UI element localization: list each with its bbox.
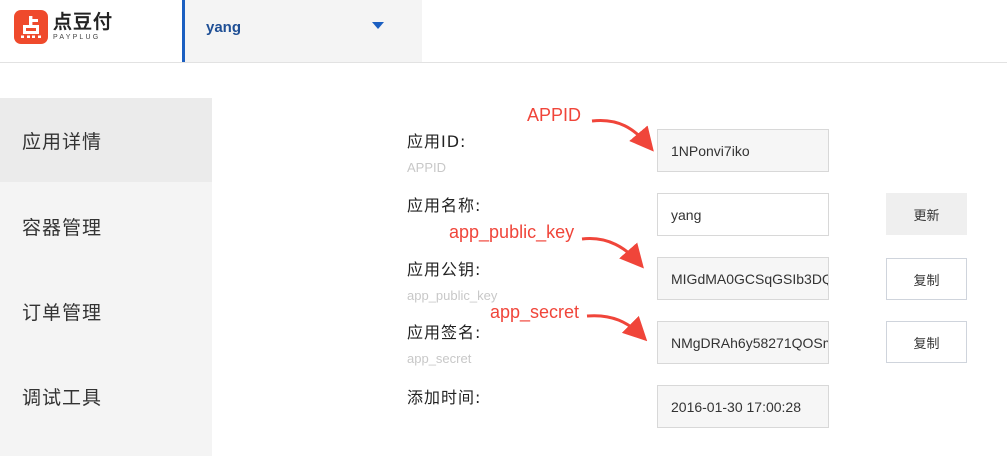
logo-mark-icon (14, 10, 48, 44)
secret-label: 应用签名: (407, 323, 482, 342)
sidebar-item-debug-tools[interactable]: 调试工具 (0, 354, 212, 438)
annotation-appid: APPID (527, 105, 582, 125)
created-time-field[interactable]: 2016-01-30 17:00:28 (657, 385, 829, 428)
sidebar-item-app-details[interactable]: 应用详情 (0, 98, 212, 182)
caret-down-icon (372, 22, 384, 29)
annotation-secret: app_secret (490, 302, 580, 322)
app-id-field[interactable]: 1NPonvi7iko (657, 129, 829, 172)
payplug-logo[interactable]: 点豆付 PAYPLUG (14, 10, 113, 44)
app-id-sublabel: APPID (407, 160, 447, 175)
created-time-label: 添加时间: (407, 388, 482, 407)
sidebar-spacer (0, 64, 212, 98)
public-key-label: 应用公钥: (407, 260, 482, 279)
logo-wordmark: 点豆付 (53, 11, 114, 33)
sidebar-item-order-management[interactable]: 订单管理 (0, 269, 212, 353)
project-name: yang (206, 19, 242, 36)
logo-subtext: PAYPLUG (53, 34, 101, 41)
sidebar-item-container-management[interactable]: 容器管理 (0, 184, 212, 268)
secret-field[interactable]: NMgDRAh6y58271QOSmhQ (657, 321, 829, 364)
update-button[interactable]: 更新 (886, 193, 967, 235)
public-key-sublabel: app_public_key (407, 288, 498, 303)
copy-secret-button[interactable]: 复制 (886, 321, 967, 363)
project-selector[interactable]: yang (182, 0, 422, 62)
app-id-label: 应用ID: (407, 132, 467, 151)
app-name-label: 应用名称: (407, 196, 482, 215)
app-name-input[interactable]: yang (657, 193, 829, 236)
copy-public-key-button[interactable]: 复制 (886, 258, 967, 300)
annotation-public-key: app_public_key (449, 222, 575, 242)
sidebar: 应用详情 容器管理 订单管理 调试工具 (0, 64, 212, 456)
secret-sublabel: app_secret (407, 351, 472, 366)
top-header: 点豆付 PAYPLUG yang (0, 0, 1007, 63)
public-key-field[interactable]: MIGdMA0GCSqGSIb3DQEB (657, 257, 829, 300)
